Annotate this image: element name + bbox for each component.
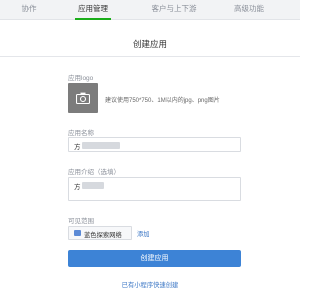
logo-label: 应用logo (68, 75, 94, 82)
create-app-button[interactable]: 创建应用 (68, 250, 241, 267)
page-title: 创建应用 (0, 31, 300, 57)
tab-advanced-features[interactable]: 高级功能 (228, 0, 270, 20)
redacted-text (82, 182, 104, 189)
logo-upload-button[interactable] (68, 83, 98, 113)
app-intro-value: 方 (74, 184, 81, 191)
app-intro-textarea[interactable]: 方 (68, 177, 241, 201)
app-name-input[interactable]: 方 (68, 137, 241, 152)
tab-app-management[interactable]: 应用管理 (75, 0, 111, 20)
intro-label: 应用介绍（选填） (68, 169, 120, 176)
app-name-value: 方 (74, 144, 81, 151)
name-label: 应用名称 (68, 130, 94, 137)
folder-icon (74, 230, 81, 236)
add-scope-link[interactable]: 添加 (137, 229, 150, 238)
top-nav: 协作 应用管理 客户与上下游 高级功能 (0, 0, 300, 20)
mini-program-quick-create-link[interactable]: 已有小程序快速创建 (0, 280, 300, 289)
scope-chip[interactable]: 蓝色探索网络 (68, 226, 132, 240)
camera-icon (76, 92, 90, 104)
tab-customers-upstream-downstream[interactable]: 客户与上下游 (144, 0, 204, 20)
logo-hint: 建议使用750*750、1M以内的jpg、png图片 (105, 98, 220, 104)
scope-chip-label: 蓝色探索网络 (84, 232, 122, 239)
redacted-text (82, 142, 120, 149)
tab-collaboration[interactable]: 协作 (14, 0, 44, 20)
scope-label: 可见范围 (68, 218, 94, 225)
